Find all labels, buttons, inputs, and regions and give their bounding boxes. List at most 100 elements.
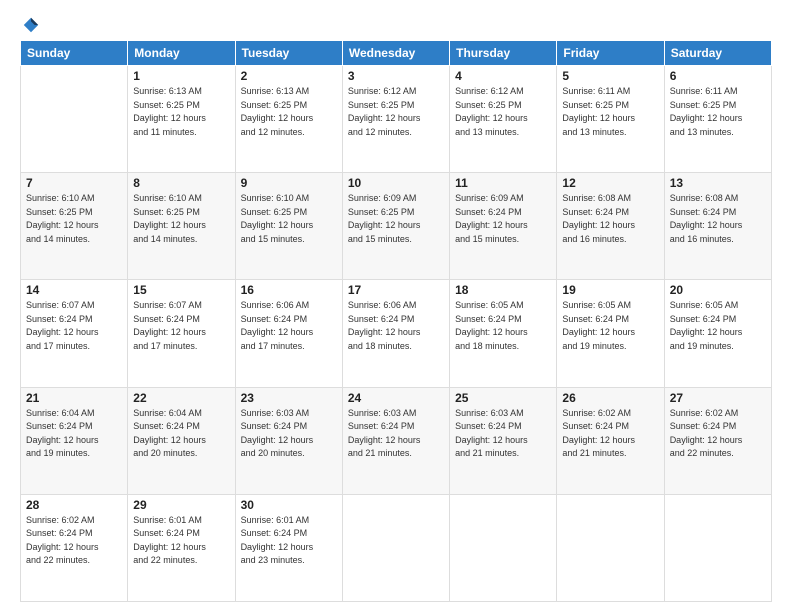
logo bbox=[20, 16, 40, 30]
day-of-week-header: Thursday bbox=[450, 41, 557, 66]
day-number: 23 bbox=[241, 391, 337, 405]
day-of-week-header: Saturday bbox=[664, 41, 771, 66]
day-info: Sunrise: 6:03 AM Sunset: 6:24 PM Dayligh… bbox=[455, 407, 551, 461]
calendar-header-row: SundayMondayTuesdayWednesdayThursdayFrid… bbox=[21, 41, 772, 66]
day-info: Sunrise: 6:09 AM Sunset: 6:24 PM Dayligh… bbox=[455, 192, 551, 246]
day-info: Sunrise: 6:13 AM Sunset: 6:25 PM Dayligh… bbox=[241, 85, 337, 139]
day-number: 7 bbox=[26, 176, 122, 190]
day-number: 2 bbox=[241, 69, 337, 83]
day-of-week-header: Wednesday bbox=[342, 41, 449, 66]
calendar-cell: 4Sunrise: 6:12 AM Sunset: 6:25 PM Daylig… bbox=[450, 66, 557, 173]
day-info: Sunrise: 6:05 AM Sunset: 6:24 PM Dayligh… bbox=[670, 299, 766, 353]
calendar-cell: 15Sunrise: 6:07 AM Sunset: 6:24 PM Dayli… bbox=[128, 280, 235, 387]
calendar-cell: 12 Sunrise: 6:08 AM Sunset: 6:24 PM Dayli… bbox=[557, 173, 664, 280]
day-info: Sunrise: 6:02 AM Sunset: 6:24 PM Dayligh… bbox=[670, 407, 766, 461]
day-info: Sunrise: 6:01 AM Sunset: 6:24 PM Dayligh… bbox=[241, 514, 337, 568]
day-number: 11 bbox=[455, 176, 551, 190]
day-info: Sunrise: 6:02 AM Sunset: 6:24 PM Dayligh… bbox=[562, 407, 658, 461]
day-number: 28 bbox=[26, 498, 122, 512]
day-info: Sunrise: 6:10 AM Sunset: 6:25 PM Dayligh… bbox=[133, 192, 229, 246]
calendar-cell: 21 Sunrise: 6:04 AM Sunset: 6:24 PM Dayli… bbox=[21, 387, 128, 494]
day-info: Sunrise: 6:13 AM Sunset: 6:25 PM Dayligh… bbox=[133, 85, 229, 139]
day-number: 19 bbox=[562, 283, 658, 297]
day-number: 12 bbox=[562, 176, 658, 190]
day-of-week-header: Sunday bbox=[21, 41, 128, 66]
day-number: 3 bbox=[348, 69, 444, 83]
calendar-cell bbox=[342, 494, 449, 601]
day-number: 26 bbox=[562, 391, 658, 405]
day-number: 30 bbox=[241, 498, 337, 512]
day-info: Sunrise: 6:05 AM Sunset: 6:24 PM Dayligh… bbox=[562, 299, 658, 353]
day-info: Sunrise: 6:03 AM Sunset: 6:24 PM Dayligh… bbox=[241, 407, 337, 461]
calendar-cell: 8 Sunrise: 6:10 AM Sunset: 6:25 PM Daylig… bbox=[128, 173, 235, 280]
day-number: 8 bbox=[133, 176, 229, 190]
calendar-cell: 20 Sunrise: 6:05 AM Sunset: 6:24 PM Dayli… bbox=[664, 280, 771, 387]
day-number: 1 bbox=[133, 69, 229, 83]
day-number: 20 bbox=[670, 283, 766, 297]
day-number: 9 bbox=[241, 176, 337, 190]
day-info: Sunrise: 6:05 AM Sunset: 6:24 PM Dayligh… bbox=[455, 299, 551, 353]
calendar-cell: 2 Sunrise: 6:13 AM Sunset: 6:25 PM Daylig… bbox=[235, 66, 342, 173]
calendar-cell: 30 Sunrise: 6:01 AM Sunset: 6:24 PM Dayli… bbox=[235, 494, 342, 601]
calendar-cell bbox=[450, 494, 557, 601]
calendar-cell: 16 Sunrise: 6:06 AM Sunset: 6:24 PM Dayli… bbox=[235, 280, 342, 387]
day-number: 22 bbox=[133, 391, 229, 405]
calendar-cell: 6 Sunrise: 6:11 AM Sunset: 6:25 PM Daylig… bbox=[664, 66, 771, 173]
page: SundayMondayTuesdayWednesdayThursdayFrid… bbox=[0, 0, 792, 612]
day-info: Sunrise: 6:06 AM Sunset: 6:24 PM Dayligh… bbox=[348, 299, 444, 353]
calendar-cell: 23 Sunrise: 6:03 AM Sunset: 6:24 PM Dayli… bbox=[235, 387, 342, 494]
day-info: Sunrise: 6:12 AM Sunset: 6:25 PM Dayligh… bbox=[348, 85, 444, 139]
calendar-cell: 26 Sunrise: 6:02 AM Sunset: 6:24 PM Dayli… bbox=[557, 387, 664, 494]
calendar-cell: 17 Sunrise: 6:06 AM Sunset: 6:24 PM Dayli… bbox=[342, 280, 449, 387]
day-number: 16 bbox=[241, 283, 337, 297]
day-info: Sunrise: 6:11 AM Sunset: 6:25 PM Dayligh… bbox=[562, 85, 658, 139]
calendar-cell: 7 Sunrise: 6:10 AM Sunset: 6:25 PM Daylig… bbox=[21, 173, 128, 280]
logo-icon bbox=[22, 16, 40, 34]
logo-text bbox=[20, 16, 40, 34]
day-number: 14 bbox=[26, 283, 122, 297]
day-info: Sunrise: 6:07 AM Sunset: 6:24 PM Dayligh… bbox=[26, 299, 122, 353]
calendar-cell: 9 Sunrise: 6:10 AM Sunset: 6:25 PM Daylig… bbox=[235, 173, 342, 280]
calendar-cell: 25 Sunrise: 6:03 AM Sunset: 6:24 PM Dayli… bbox=[450, 387, 557, 494]
day-info: Sunrise: 6:03 AM Sunset: 6:24 PM Dayligh… bbox=[348, 407, 444, 461]
day-info: Sunrise: 6:08 AM Sunset: 6:24 PM Dayligh… bbox=[562, 192, 658, 246]
day-number: 17 bbox=[348, 283, 444, 297]
day-info: Sunrise: 6:02 AM Sunset: 6:24 PM Dayligh… bbox=[26, 514, 122, 568]
day-info: Sunrise: 6:04 AM Sunset: 6:24 PM Dayligh… bbox=[26, 407, 122, 461]
day-number: 6 bbox=[670, 69, 766, 83]
day-of-week-header: Friday bbox=[557, 41, 664, 66]
day-info: Sunrise: 6:06 AM Sunset: 6:24 PM Dayligh… bbox=[241, 299, 337, 353]
day-number: 25 bbox=[455, 391, 551, 405]
day-info: Sunrise: 6:10 AM Sunset: 6:25 PM Dayligh… bbox=[26, 192, 122, 246]
day-info: Sunrise: 6:04 AM Sunset: 6:24 PM Dayligh… bbox=[133, 407, 229, 461]
day-info: Sunrise: 6:12 AM Sunset: 6:25 PM Dayligh… bbox=[455, 85, 551, 139]
day-number: 21 bbox=[26, 391, 122, 405]
calendar-week-row: 1 Sunrise: 6:13 AM Sunset: 6:25 PM Daylig… bbox=[21, 66, 772, 173]
calendar-table: SundayMondayTuesdayWednesdayThursdayFrid… bbox=[20, 40, 772, 602]
calendar-cell: 14 Sunrise: 6:07 AM Sunset: 6:24 PM Dayli… bbox=[21, 280, 128, 387]
calendar-week-row: 28 Sunrise: 6:02 AM Sunset: 6:24 PM Dayli… bbox=[21, 494, 772, 601]
calendar-cell: 10 Sunrise: 6:09 AM Sunset: 6:25 PM Dayli… bbox=[342, 173, 449, 280]
calendar-cell: 29Sunrise: 6:01 AM Sunset: 6:24 PM Dayli… bbox=[128, 494, 235, 601]
day-of-week-header: Tuesday bbox=[235, 41, 342, 66]
day-number: 10 bbox=[348, 176, 444, 190]
calendar-cell bbox=[21, 66, 128, 173]
day-info: Sunrise: 6:09 AM Sunset: 6:25 PM Dayligh… bbox=[348, 192, 444, 246]
calendar-cell: 28 Sunrise: 6:02 AM Sunset: 6:24 PM Dayli… bbox=[21, 494, 128, 601]
calendar-cell bbox=[557, 494, 664, 601]
day-info: Sunrise: 6:11 AM Sunset: 6:25 PM Dayligh… bbox=[670, 85, 766, 139]
day-number: 18 bbox=[455, 283, 551, 297]
calendar-cell: 3 Sunrise: 6:12 AM Sunset: 6:25 PM Daylig… bbox=[342, 66, 449, 173]
calendar-cell: 1 Sunrise: 6:13 AM Sunset: 6:25 PM Daylig… bbox=[128, 66, 235, 173]
calendar-cell: 24 Sunrise: 6:03 AM Sunset: 6:24 PM Dayli… bbox=[342, 387, 449, 494]
calendar-cell: 11 Sunrise: 6:09 AM Sunset: 6:24 PM Dayli… bbox=[450, 173, 557, 280]
calendar-week-row: 14 Sunrise: 6:07 AM Sunset: 6:24 PM Dayli… bbox=[21, 280, 772, 387]
day-number: 24 bbox=[348, 391, 444, 405]
day-number: 15 bbox=[133, 283, 229, 297]
calendar-week-row: 7 Sunrise: 6:10 AM Sunset: 6:25 PM Daylig… bbox=[21, 173, 772, 280]
calendar-cell: 27Sunrise: 6:02 AM Sunset: 6:24 PM Dayli… bbox=[664, 387, 771, 494]
calendar-week-row: 21 Sunrise: 6:04 AM Sunset: 6:24 PM Dayli… bbox=[21, 387, 772, 494]
header bbox=[20, 16, 772, 30]
day-info: Sunrise: 6:10 AM Sunset: 6:25 PM Dayligh… bbox=[241, 192, 337, 246]
day-number: 5 bbox=[562, 69, 658, 83]
